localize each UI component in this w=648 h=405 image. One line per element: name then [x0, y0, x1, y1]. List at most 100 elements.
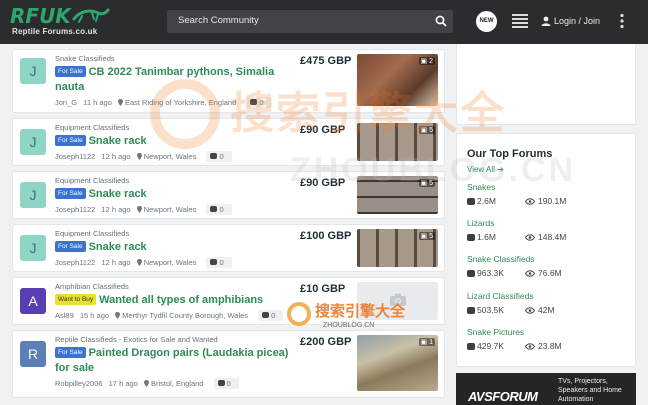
listing-meta: Joseph1122 12 h ago Newport, Wales 0 — [55, 257, 295, 268]
listing-author[interactable]: Joseph1122 — [55, 152, 95, 161]
listing-title-text[interactable]: Snake rack — [89, 135, 147, 147]
listing-title[interactable]: Want to Buy Wanted all types of amphibian… — [55, 293, 295, 308]
listing-category[interactable]: Equipment Classifieds — [55, 123, 295, 133]
avatar[interactable]: J — [20, 235, 46, 261]
forum-item-lizards[interactable]: Lizards 1.6M 148.4M — [467, 218, 632, 242]
forum-item-snakes[interactable]: Snakes 2.6M 190.1M — [467, 182, 632, 206]
listing-meta: Robpilley2006 17 h ago Bristol, England … — [55, 378, 295, 389]
listing-title[interactable]: For Sale CB 2022 Tanimbar pythons, Simali… — [55, 65, 295, 95]
comment-icon — [250, 99, 258, 105]
listing-title-text[interactable]: Snake rack — [89, 241, 147, 253]
search-input[interactable]: Search Community — [167, 10, 453, 33]
listing-title[interactable]: For Sale Snake rack — [55, 134, 295, 149]
posts-icon — [467, 307, 475, 314]
photo-count-badge: ▣ 1 — [418, 338, 435, 346]
photo-count-badge: ▣ 2 — [418, 57, 435, 65]
listing-thumbnail[interactable]: ▣ 1 — [357, 335, 438, 391]
listing-meta: Joseph1122 12 h ago Newport, Wales 0 — [55, 151, 295, 162]
forum-stats: 1.6M 148.4M — [467, 232, 632, 242]
forum-stats: 2.6M 190.1M — [467, 196, 632, 206]
forum-name[interactable]: Snake Classifieds — [467, 254, 632, 265]
listing-author[interactable]: Jon_G — [55, 98, 77, 107]
listing-title[interactable]: For Sale Snake rack — [55, 240, 295, 255]
views-icon — [525, 270, 535, 277]
advertisement-banner[interactable]: AVSFORUM TVs, Projectors, Speakers and H… — [456, 373, 636, 405]
listing-author[interactable]: Joseph1122 — [55, 258, 95, 267]
listing-title-text[interactable]: Wanted all types of amphibians — [99, 294, 263, 306]
view-all-link[interactable]: View All ➔ — [467, 165, 504, 174]
location-pin-icon — [136, 153, 142, 160]
site-logo[interactable]: RFUK Reptile Forums.co.uk — [10, 4, 110, 40]
forum-name[interactable]: Snakes — [467, 182, 632, 193]
listing-title[interactable]: For Sale Painted Dragon pairs (Laudakia p… — [55, 346, 295, 376]
comment-count[interactable]: 0 — [206, 204, 232, 215]
posts-icon — [467, 198, 475, 205]
comment-count[interactable]: 0 — [206, 151, 232, 162]
ad-text: TVs, Projectors, Speakers and Home Autom… — [558, 378, 622, 403]
location-pin-icon — [115, 312, 121, 319]
listing-body: Equipment Classifieds For Sale Snake rack… — [55, 229, 295, 268]
photo-count-badge: ▣ 5 — [418, 179, 435, 187]
location-pin-icon — [136, 206, 142, 213]
listing-thumbnail-placeholder[interactable] — [357, 282, 438, 320]
forum-name[interactable]: Snake Pictures — [467, 327, 632, 338]
listing-time: 12 h ago — [101, 258, 131, 267]
comment-icon — [217, 380, 225, 386]
forum-item-snake-classifieds[interactable]: Snake Classifieds 963.3K 76.6M — [467, 254, 632, 278]
forum-stats: 963.3K 76.6M — [467, 268, 632, 278]
forum-item-lizard-classifieds[interactable]: Lizard Classifieds 503.5K 42M — [467, 291, 632, 315]
avatar[interactable]: J — [20, 182, 46, 208]
listing-meta: Joseph1122 12 h ago Newport, Wales 0 — [55, 204, 295, 215]
listing-card[interactable]: J Snake Classifieds For Sale CB 2022 Tani… — [12, 49, 445, 113]
listing-author[interactable]: Asl89 — [55, 311, 74, 320]
listing-thumbnail[interactable]: ▣ 2 — [357, 54, 438, 106]
listing-card[interactable]: A Amphibian Classifieds Want to Buy Wante… — [12, 277, 445, 325]
status-badge: Want to Buy — [55, 294, 97, 305]
listing-category[interactable]: Equipment Classifieds — [55, 176, 295, 186]
listing-body: Equipment Classifieds For Sale Snake rack… — [55, 123, 295, 162]
listing-body: Equipment Classifieds For Sale Snake rack… — [55, 176, 295, 215]
listing-card[interactable]: J Equipment Classifieds For Sale Snake ra… — [12, 171, 445, 219]
more-menu-icon[interactable] — [619, 13, 625, 29]
login-label: Login / Join — [554, 16, 601, 26]
listing-category[interactable]: Equipment Classifieds — [55, 229, 295, 239]
listing-author[interactable]: Joseph1122 — [55, 205, 95, 214]
listing-title-text[interactable]: Snake rack — [89, 188, 147, 200]
listing-price: £100 GBP — [300, 230, 352, 242]
listing-category[interactable]: Amphibian Classifieds — [55, 282, 295, 292]
login-join-button[interactable]: Login / Join — [541, 16, 600, 26]
comment-count[interactable]: 0 — [246, 97, 272, 108]
listing-card[interactable]: R Reptile Classifieds - Exotics for Sale… — [12, 330, 445, 398]
search-icon[interactable] — [435, 15, 447, 27]
listing-body: Snake Classifieds For Sale CB 2022 Tanimb… — [55, 54, 295, 108]
avatar[interactable]: A — [20, 288, 46, 314]
listing-body: Reptile Classifieds - Exotics for Sale a… — [55, 335, 295, 389]
avatar[interactable]: R — [20, 341, 46, 367]
comment-count[interactable]: 0 — [206, 257, 232, 268]
listing-title-text[interactable]: CB 2022 Tanimbar pythons, Simalia nauta — [55, 66, 274, 93]
comment-count[interactable]: 0 — [258, 310, 284, 321]
listing-thumbnail[interactable]: ▣ 5 — [357, 123, 438, 161]
forum-name[interactable]: Lizards — [467, 218, 632, 229]
listing-title-text[interactable]: Painted Dragon pairs (Laudakia picea) fo… — [55, 347, 288, 374]
listing-category[interactable]: Reptile Classifieds - Exotics for Sale a… — [55, 335, 295, 345]
listing-thumbnail[interactable]: ▣ 5 — [357, 176, 438, 214]
listing-time: 17 h ago — [108, 379, 138, 388]
forum-name[interactable]: Lizard Classifieds — [467, 291, 632, 302]
avatar[interactable]: J — [20, 129, 46, 155]
listing-card[interactable]: J Equipment Classifieds For Sale Snake ra… — [12, 224, 445, 272]
views-icon — [525, 234, 535, 241]
listing-title[interactable]: For Sale Snake rack — [55, 187, 295, 202]
listing-thumbnail[interactable]: ▣ 5 — [357, 229, 438, 267]
new-posts-button[interactable]: NEW — [476, 11, 497, 32]
listing-author[interactable]: Robpilley2006 — [55, 379, 103, 388]
comment-count[interactable]: 0 — [213, 378, 239, 389]
forum-item-snake-pictures[interactable]: Snake Pictures 429.7K 23.8M — [467, 327, 632, 351]
list-icon[interactable] — [512, 13, 528, 29]
listing-category[interactable]: Snake Classifieds — [55, 54, 295, 64]
forum-stats: 503.5K 42M — [467, 305, 632, 315]
views-icon — [525, 307, 535, 314]
listing-card[interactable]: J Equipment Classifieds For Sale Snake ra… — [12, 118, 445, 166]
listing-location: Newport, Wales — [136, 205, 201, 214]
avatar[interactable]: J — [20, 58, 46, 84]
